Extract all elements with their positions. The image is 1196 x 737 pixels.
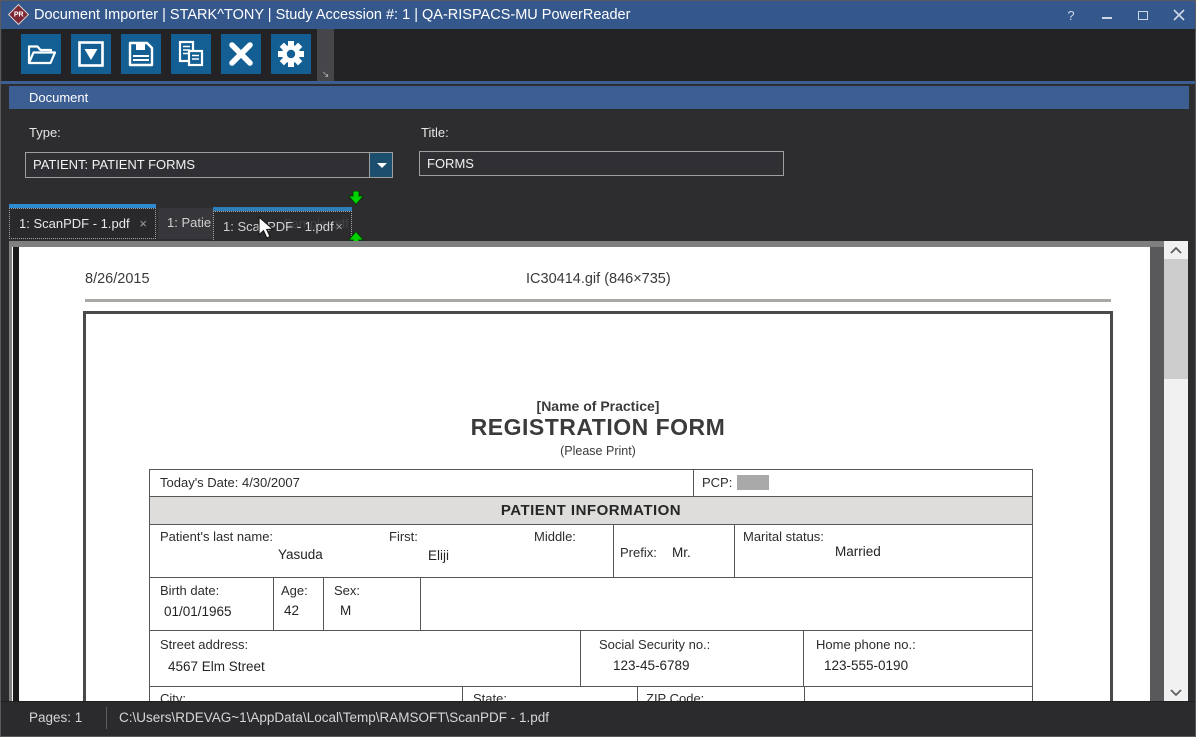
- street-label: Street address:: [160, 637, 248, 652]
- prefix-label: Prefix:: [620, 545, 657, 560]
- type-dropdown[interactable]: PATIENT: PATIENT FORMS: [25, 152, 393, 178]
- registration-form-table: Today's Date: 4/30/2007 PCP: PATIENT INF…: [149, 469, 1033, 701]
- vertical-scrollbar[interactable]: [1164, 241, 1188, 701]
- group-top-border: [1, 81, 1196, 84]
- scan-header-rule: [85, 299, 1111, 302]
- import-down-arrow-icon[interactable]: [71, 34, 111, 74]
- chevron-down-icon[interactable]: [369, 153, 392, 177]
- status-separator: [106, 707, 107, 729]
- close-icon[interactable]: [1171, 7, 1187, 23]
- form-subtitle: (Please Print): [86, 444, 1110, 458]
- table-row: Patient's last name: Yasuda First: Eliji…: [150, 525, 1032, 578]
- mouse-cursor: [257, 216, 279, 240]
- maximize-icon[interactable]: [1135, 7, 1151, 23]
- age-value: 42: [284, 603, 299, 618]
- pages-count: Pages: 1: [29, 710, 82, 725]
- phone-value: 123-555-0190: [824, 658, 908, 673]
- scrollbar-thumb[interactable]: [1164, 259, 1188, 379]
- save-icon[interactable]: [121, 34, 161, 74]
- toolbar-overflow-button[interactable]: ↘: [317, 29, 334, 82]
- title-label: Title:: [421, 125, 449, 140]
- pcp-field: PCP:: [702, 475, 769, 490]
- first-name-value: Eliji: [428, 548, 449, 563]
- tab-label: 1: ScanPDF - 1.pdf: [19, 209, 130, 238]
- table-row: City: State: ZIP Code:: [150, 687, 1032, 701]
- toolbar: ↘: [2, 29, 1196, 82]
- first-name-label: First:: [389, 529, 418, 544]
- prefix-value: Mr.: [672, 545, 691, 560]
- app-icon: PR: [8, 4, 29, 25]
- titlebar: PR Document Importer | STARK^TONY | Stud…: [1, 1, 1196, 29]
- tab-close-icon: ×: [335, 212, 343, 241]
- age-label: Age:: [281, 583, 308, 598]
- phone-label: Home phone no.:: [816, 637, 916, 652]
- ssn-value: 123-45-6789: [613, 658, 690, 673]
- type-label: Type:: [29, 125, 61, 140]
- marital-label: Marital status:: [743, 529, 824, 544]
- minimize-icon[interactable]: [1099, 7, 1115, 23]
- pcp-redaction-box: [737, 475, 769, 490]
- drop-indicator-arrow-top: [348, 191, 364, 205]
- ssn-label: Social Security no.:: [599, 637, 710, 652]
- document-preview-pane[interactable]: 8/26/2015 IC30414.gif (846×735) [Name of…: [9, 241, 1164, 701]
- title-input[interactable]: FORMS: [419, 151, 784, 176]
- scanned-page: [Name of Practice] REGISTRATION FORM (Pl…: [83, 311, 1113, 701]
- sex-value: M: [340, 603, 351, 618]
- sex-label: Sex:: [334, 583, 360, 598]
- settings-gear-icon[interactable]: [271, 34, 311, 74]
- overflow-arrow-icon: ↘: [317, 69, 334, 80]
- scan-header-filename: IC30414.gif (846×735): [526, 271, 671, 287]
- birth-label: Birth date:: [160, 583, 219, 598]
- document-importer-window: PR Document Importer | STARK^TONY | Stud…: [0, 0, 1196, 737]
- street-value: 4567 Elm Street: [168, 659, 265, 674]
- dragged-tab-scanpdf-1[interactable]: 1: ScanPDF - 1.pdf ×: [213, 207, 352, 242]
- city-label: City:: [160, 691, 186, 701]
- table-row: Birth date: 01/01/1965 Age: 42 Sex: M: [150, 578, 1032, 631]
- section-header: PATIENT INFORMATION: [150, 497, 1032, 524]
- scan-left-edge-artifact: [13, 247, 19, 701]
- form-title: REGISTRATION FORM: [86, 414, 1110, 441]
- last-name-value: Yasuda: [278, 547, 323, 562]
- table-row: PATIENT INFORMATION: [150, 497, 1032, 525]
- tab-scanpdf-1-active[interactable]: 1: ScanPDF - 1.pdf ×: [9, 204, 156, 239]
- tab-close-icon[interactable]: ×: [139, 209, 147, 238]
- table-row: Today's Date: 4/30/2007 PCP:: [150, 470, 1032, 497]
- marital-value: Married: [835, 544, 881, 559]
- viewer-right-border: [1150, 247, 1164, 701]
- delete-x-icon[interactable]: [221, 34, 261, 74]
- type-dropdown-value: PATIENT: PATIENT FORMS: [33, 153, 195, 177]
- table-row: Street address: 4567 Elm Street Social S…: [150, 631, 1032, 687]
- scroll-up-icon[interactable]: [1164, 241, 1188, 258]
- state-label: State:: [473, 691, 507, 701]
- tab-label: 1: Patie: [167, 208, 211, 237]
- practice-name: [Name of Practice]: [86, 398, 1110, 414]
- document-group-header: Document: [9, 86, 1189, 109]
- todays-date: Today's Date: 4/30/2007: [160, 475, 300, 490]
- scan-header-date: 8/26/2015: [85, 271, 150, 287]
- status-bar: Pages: 1 C:\Users\RDEVAG~1\AppData\Local…: [1, 701, 1196, 737]
- last-name-label: Patient's last name:: [160, 529, 273, 544]
- scroll-down-icon[interactable]: [1164, 684, 1188, 701]
- middle-name-label: Middle:: [534, 529, 576, 544]
- paste-document-icon[interactable]: [171, 34, 211, 74]
- help-icon[interactable]: ?: [1063, 7, 1079, 23]
- file-path: C:\Users\RDEVAG~1\AppData\Local\Temp\RAM…: [119, 710, 549, 725]
- zip-label: ZIP Code:: [646, 691, 704, 701]
- open-folder-icon[interactable]: [21, 34, 61, 74]
- birth-value: 01/01/1965: [164, 604, 232, 619]
- window-title: Document Importer | STARK^TONY | Study A…: [34, 1, 630, 29]
